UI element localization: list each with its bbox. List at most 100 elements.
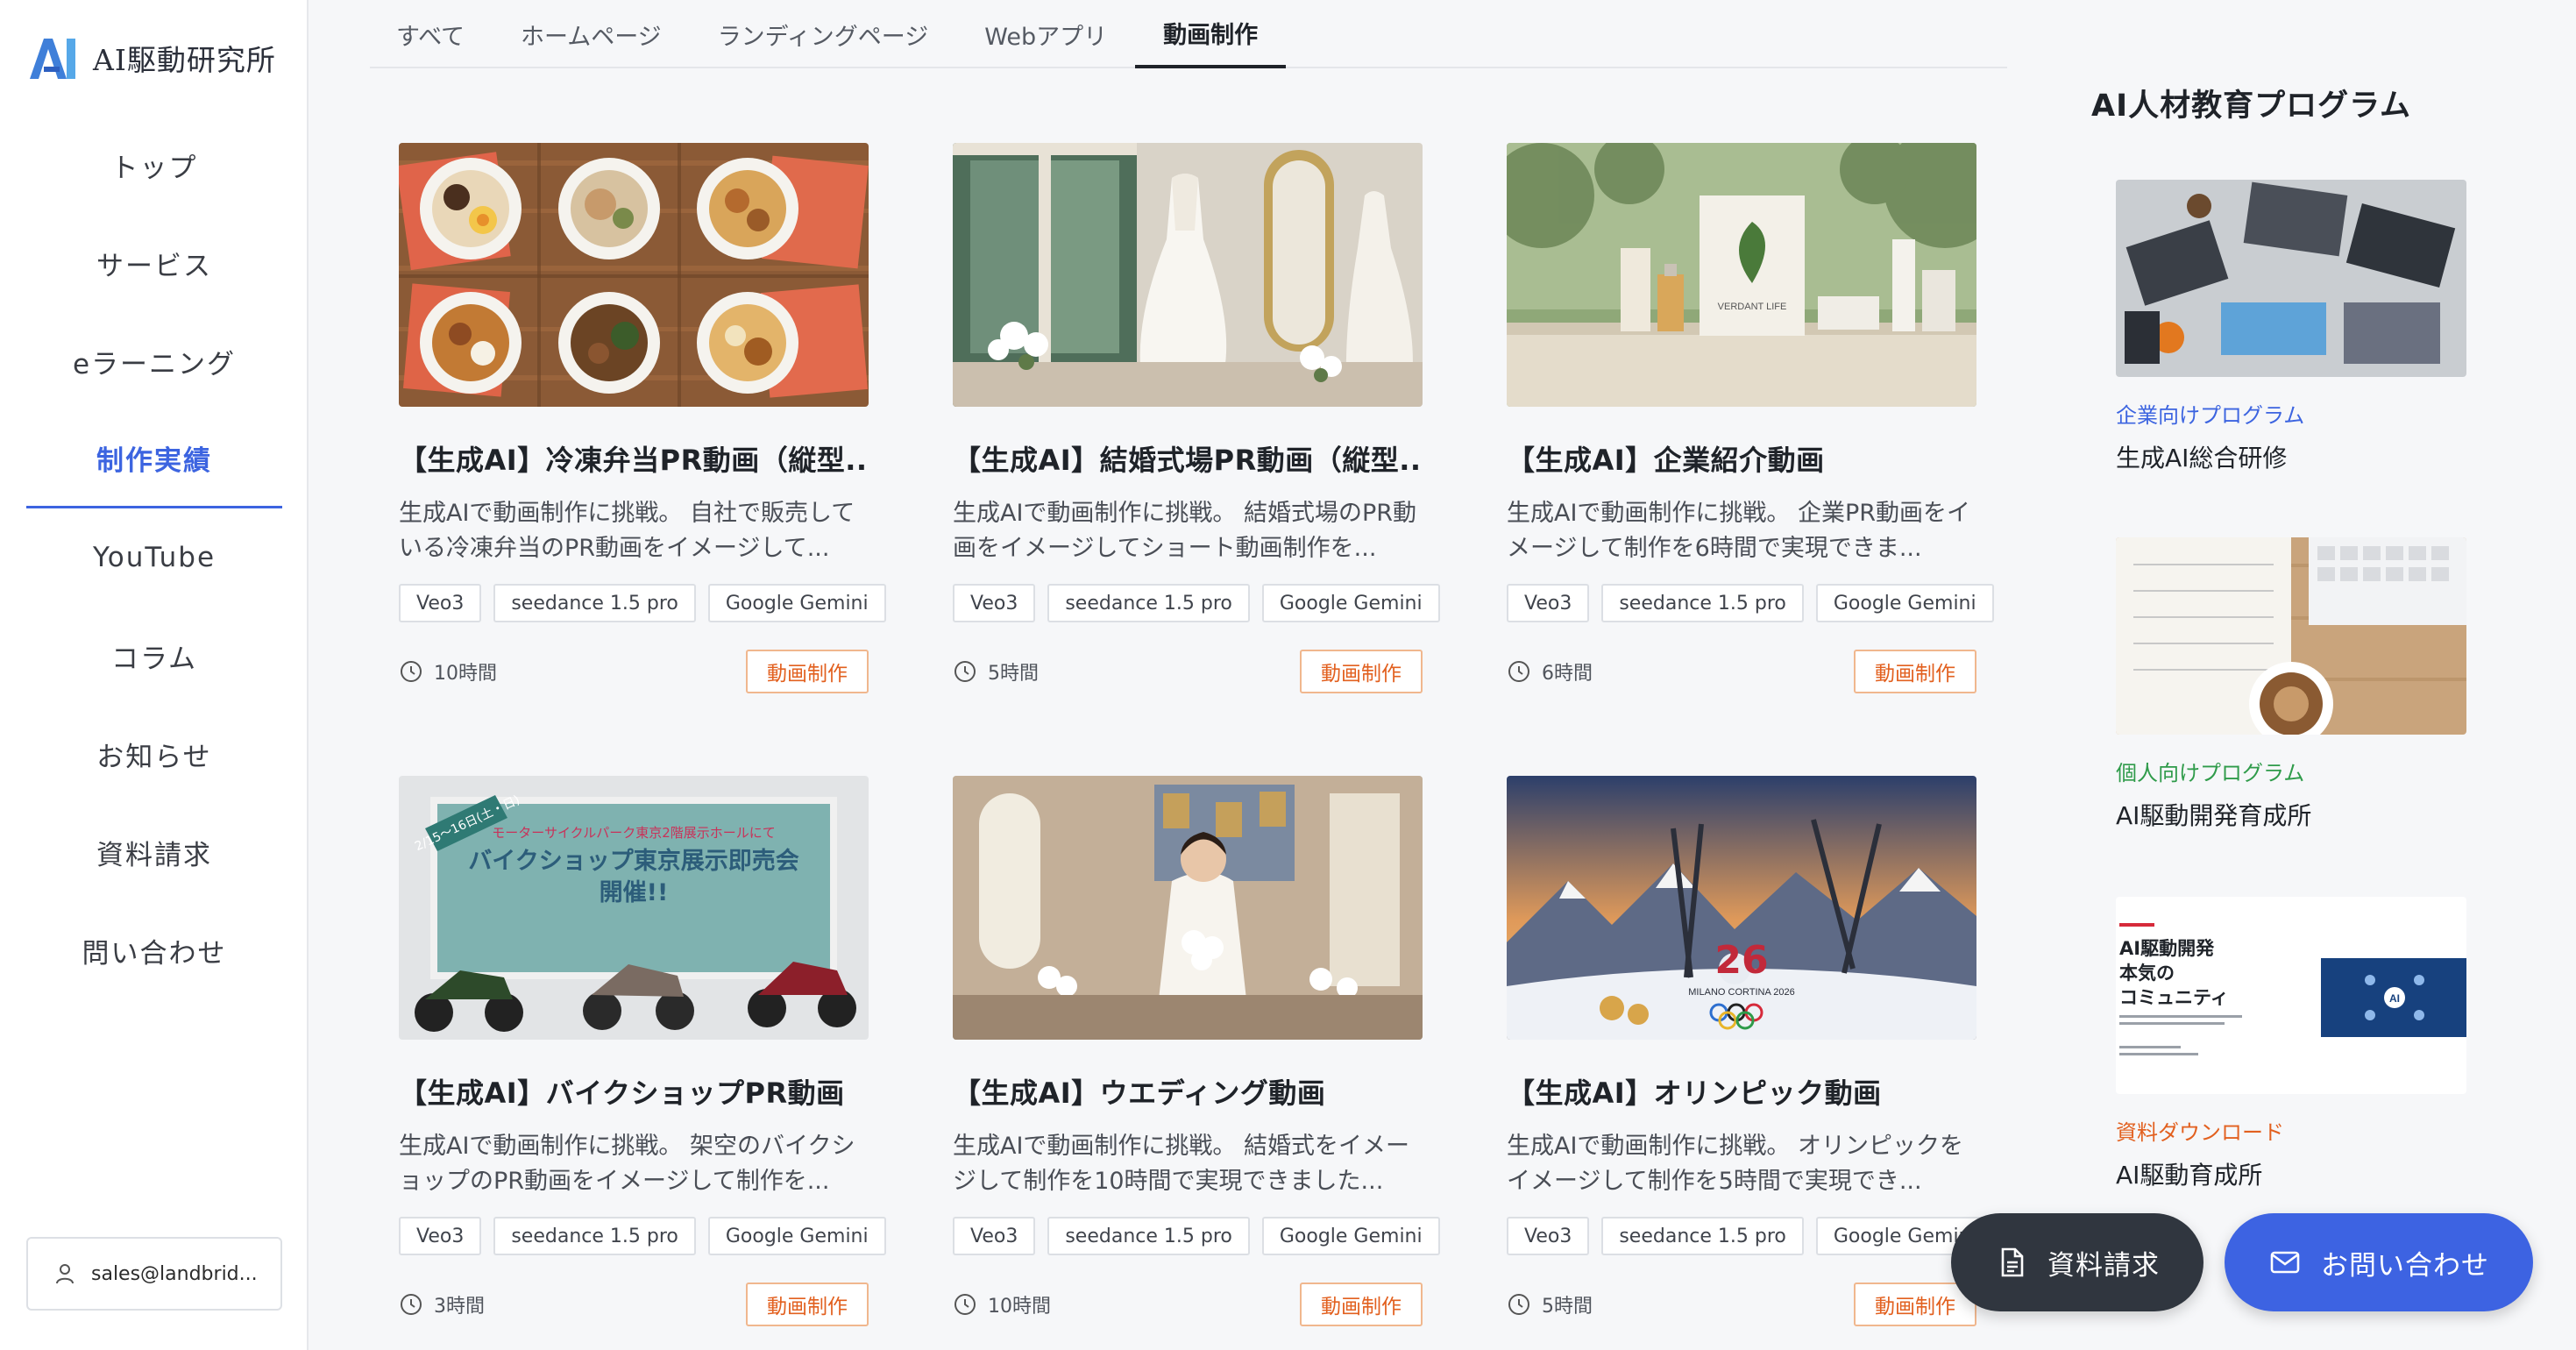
card-title[interactable]: 【生成AI】結婚式場PR動画（縦型... [953,438,1423,479]
category-badge[interactable]: 動画制作 [1300,1282,1423,1326]
sidebar-item-elearning[interactable]: eラーニング [26,312,282,410]
tag: Veo3 [953,1217,1036,1255]
poster-line-1: バイクショップ東京展示即売会 [468,847,798,875]
tab-landing-page[interactable]: ランディングページ [690,0,957,68]
promo-title[interactable]: AI駆動育成所 [2116,1156,2466,1191]
card-meta: 10時間 動画制作 [399,649,869,694]
sidebar-item-contact[interactable]: 問い合わせ [26,901,282,999]
category-badge[interactable]: 動画制作 [1300,650,1423,693]
community-brochure-image[interactable]: AI駆動開発 本気の コミュニティ AI [2116,897,2466,1094]
duration: 10時間 [953,1290,1051,1318]
sidebar-item-column[interactable]: コラム [26,607,282,705]
category-tabs: すべて ホームページ ランディングページ Webアプリ 動画制作 [370,0,2007,68]
work-card[interactable]: 2/15〜16日(土・日) モーターサイクルパーク東京2階展示ホールにて バイク… [399,776,886,1327]
user-icon [56,1264,74,1284]
duration-text: 5時間 [1542,1296,1593,1318]
brochure-line-2: 本気の [2119,963,2175,984]
duration: 10時間 [399,657,497,686]
work-card[interactable]: 【生成AI】ウエディング動画 生成AIで動画制作に挑戦。 結婚式をイメージして制… [953,776,1440,1327]
clock-icon [401,661,422,682]
work-card[interactable]: 【生成AI】冷凍弁当PR動画（縦型... 生成AIで動画制作に挑戦。 自社で販売… [399,143,886,694]
card-meta: 5時間 動画制作 [953,649,1423,694]
duration: 5時間 [953,657,1039,686]
tag: Google Gemini [1261,1217,1440,1255]
laptops-desk-image[interactable] [2116,180,2466,377]
brand-name: AI駆動研究所 [93,43,276,77]
tab-homepage[interactable]: ホームページ [493,0,690,68]
promo-title[interactable]: 生成AI総合研修 [2116,439,2466,474]
svg-text:AI: AI [2389,992,2400,1005]
tag: Google Gemini [1815,584,1994,622]
promo-card-corporate[interactable]: 企業向けプログラム 生成AI総合研修 [2116,180,2466,474]
mail-icon [2270,1251,2300,1274]
sidebar-item-news[interactable]: お知らせ [26,705,282,803]
poster-subtitle: モーターサイクルパーク東京2階展示ホールにて [492,825,776,841]
clock-icon [954,661,976,682]
tag: Veo3 [399,1217,482,1255]
card-description: 生成AIで動画制作に挑戦。 結婚式場のPR動画をイメージしてショート動画制作を.… [953,500,1417,562]
work-card[interactable]: 26 MILANO CORTINA 2026 【生成AI】オリンピック動画 生成… [1507,776,1994,1327]
cosmetics-thumbnail[interactable]: VERDANT LIFE [1507,143,1976,407]
notebook-coffee-image[interactable] [2116,537,2466,735]
bento-thumbnail[interactable] [399,143,869,407]
card-title[interactable]: 【生成AI】オリンピック動画 [1507,1071,1976,1112]
brochure-line-3: コミュニティ [2119,987,2229,1008]
card-meta: 3時間 動画制作 [399,1282,869,1327]
poster-line-2: 開催!! [600,879,669,906]
olympic-thumbnail[interactable]: 26 MILANO CORTINA 2026 [1507,776,1976,1040]
duration-text: 10時間 [988,1296,1051,1318]
category-badge[interactable]: 動画制作 [1854,650,1976,693]
contact-button[interactable]: お問い合わせ [2225,1213,2533,1311]
tag: seedance 1.5 pro [1601,1217,1804,1255]
card-title[interactable]: 【生成AI】ウエディング動画 [953,1071,1423,1112]
clock-icon [954,1294,976,1315]
card-title[interactable]: 【生成AI】冷凍弁当PR動画（縦型... [399,438,869,479]
card-description: 生成AIで動画制作に挑戦。 オリンピックをイメージして制作を5時間で実現でき..… [1507,1133,1964,1195]
duration-text: 3時間 [434,1296,485,1318]
card-meta: 6時間 動画制作 [1507,649,1976,694]
tag: seedance 1.5 pro [1047,584,1250,622]
sidebar-item-works[interactable]: 制作実績 [26,410,282,508]
bride-thumbnail[interactable] [953,776,1423,1040]
card-title[interactable]: 【生成AI】バイクショップPR動画 [399,1071,869,1112]
duration: 5時間 [1507,1290,1593,1318]
work-card[interactable]: 【生成AI】結婚式場PR動画（縦型... 生成AIで動画制作に挑戦。 結婚式場の… [953,143,1440,694]
tab-web-app[interactable]: Webアプリ [956,0,1135,68]
category-badge[interactable]: 動画制作 [746,650,869,693]
tag: Veo3 [1507,584,1590,622]
sidebar-item-top[interactable]: トップ [26,116,282,214]
sidebar-item-documents[interactable]: 資料請求 [26,803,282,901]
bike-shop-thumbnail[interactable]: 2/15〜16日(土・日) モーターサイクルパーク東京2階展示ホールにて バイク… [399,776,869,1040]
duration: 6時間 [1507,657,1593,686]
logo-icon [30,39,75,79]
promo-card-download[interactable]: AI駆動開発 本気の コミュニティ AI 資料ダウンロード AI駆動育成所 [2116,897,2466,1191]
card-meta: 10時間 動画制作 [953,1282,1423,1327]
card-meta: 5時間 動画制作 [1507,1282,1976,1327]
promo-title[interactable]: AI駆動開発育成所 [2116,797,2466,832]
tag-list: Veo3 seedance 1.5 pro Google Gemini [953,584,1440,622]
product-label: VERDANT LIFE [1718,302,1787,312]
sidebar-item-services[interactable]: サービス [26,214,282,312]
work-card[interactable]: VERDANT LIFE 【生成AI】企業紹介動画 生成AIで動画制作に挑戦。 … [1507,143,1994,694]
document-request-button[interactable]: 資料請求 [1951,1213,2203,1311]
promo-card-individual[interactable]: 個人向けプログラム AI駆動開発育成所 [2116,537,2466,832]
category-badge[interactable]: 動画制作 [746,1282,869,1326]
sidebar-item-youtube[interactable]: YouTube [26,508,282,607]
tag: Google Gemini [707,1217,886,1255]
tag: Google Gemini [707,584,886,622]
category-badge[interactable]: 動画制作 [1854,1282,1976,1326]
card-title[interactable]: 【生成AI】企業紹介動画 [1507,438,1976,479]
program-heading: AI人材教育プログラム [2091,89,2412,124]
tab-all[interactable]: すべて [370,0,493,68]
user-account[interactable]: sales@landbrid... [26,1237,282,1311]
promo-category: 資料ダウンロード [2116,1120,2284,1145]
tab-video-production[interactable]: 動画制作 [1135,0,1287,68]
tag-list: Veo3 seedance 1.5 pro Google Gemini [1507,1217,1994,1255]
clock-icon [1508,1294,1529,1315]
tag-list: Veo3 seedance 1.5 pro Google Gemini [953,1217,1440,1255]
card-description: 生成AIで動画制作に挑戦。 企業PR動画をイメージして制作を6時間で実現できま.… [1507,500,1971,562]
brand-logo[interactable]: AI駆動研究所 [26,32,276,84]
tag: seedance 1.5 pro [1047,1217,1250,1255]
wedding-dress-thumbnail[interactable] [953,143,1423,407]
tag: seedance 1.5 pro [1601,584,1804,622]
